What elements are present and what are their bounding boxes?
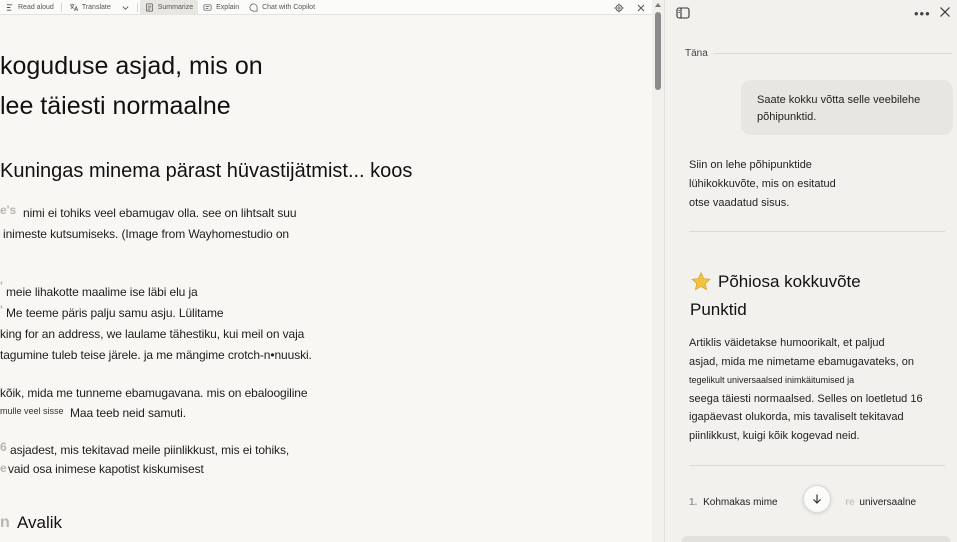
- summary-heading-line1: Põhiosa kokkuvõte: [718, 272, 861, 291]
- article-subheading: Kuningas minema pärast hüvastijätmist...…: [0, 160, 413, 182]
- summary-line: seega täiesti normaalsed. Selles on loet…: [689, 392, 923, 405]
- paragraph-line: meie lihakotte maalime ise läbi elu ja: [6, 285, 198, 299]
- paragraph-line: Maa teeb neid samuti.: [70, 406, 186, 420]
- toolbar-divider: [60, 2, 62, 12]
- reader-pane: Read aloud Translate Summarize Explain C…: [0, 0, 664, 542]
- list-number: 1.: [689, 497, 698, 508]
- settings-icon[interactable]: [614, 3, 624, 13]
- reply-line: otse vaadatud sisus.: [689, 197, 790, 209]
- list-item-suffix: universaalne: [859, 497, 917, 508]
- paragraph-line: Me teeme päris palju samu asju. Lülitame: [6, 306, 224, 320]
- close-reader-icon[interactable]: [636, 3, 646, 13]
- translate-icon: [69, 3, 78, 11]
- copilot-pane: ••• Täna Saate kokku võtta selle veebile…: [664, 0, 957, 542]
- text-fragment: e's: [0, 203, 17, 217]
- read-aloud-button[interactable]: Read aloud: [0, 0, 59, 15]
- paragraph-line: nimi ei tohiks veel ebamugav olla. see o…: [23, 206, 297, 220]
- scroll-to-bottom-button[interactable]: [803, 485, 831, 513]
- summarize-button[interactable]: Summarize: [139, 0, 199, 15]
- summary-heading: Põhiosa kokkuvõte Punktid: [690, 272, 861, 320]
- section-divider: [689, 231, 945, 232]
- translate-label: Translate: [81, 3, 111, 11]
- reader-scrollbar-thumb[interactable]: [655, 12, 661, 90]
- summary-line: tegelikult universaalsed inimkäitumised …: [689, 375, 855, 385]
- copilot-reply-intro: Siin on lehe põhipunktide lühikokkuvõte,…: [689, 156, 939, 213]
- reader-toolbar: Read aloud Translate Summarize Explain C…: [0, 0, 664, 15]
- paragraph-line: inimeste kutsumiseks. (Image from Wayhom…: [3, 227, 289, 241]
- close-icon[interactable]: [939, 6, 951, 18]
- list-item-text: Kohmakas mime: [703, 497, 778, 508]
- reply-line: lühikokkuvõte, mis on esitatud: [689, 178, 836, 190]
- text-fragment: e: [0, 461, 7, 475]
- paragraph-line: vaid osa inimese kapotist kiskumisest: [8, 462, 204, 476]
- article-heading-line1: koguduse asjad, mis on: [0, 52, 263, 80]
- paragraph-line: kõik, mida me tunneme ebamugavana. mis o…: [0, 386, 308, 400]
- user-message: Saate kokku võtta selle veebilehe põhipu…: [741, 80, 953, 135]
- chevron-down-icon[interactable]: [121, 3, 130, 12]
- more-options-icon[interactable]: •••: [914, 6, 931, 21]
- summary-line: piinlikkust, kuigi kõik kogevad neid.: [689, 429, 860, 442]
- summary-line: igapäevast olukorda, mis tavaliselt teki…: [689, 411, 904, 423]
- toolbar-right: [614, 0, 646, 15]
- paragraph-line: king for an address, we laulame tähestik…: [0, 327, 305, 341]
- chat-with-copilot-button[interactable]: Chat with Copilot: [244, 0, 320, 15]
- text-fragment: ': [0, 303, 3, 317]
- scroll-up-arrow-icon[interactable]: [654, 1, 662, 9]
- text-fragment: ': [0, 279, 3, 293]
- section-divider: [689, 465, 945, 466]
- text-fragment: 6: [0, 440, 7, 454]
- explain-button[interactable]: Explain: [198, 0, 244, 15]
- list-item-faded-text: re: [845, 497, 855, 508]
- paragraph-small: mulle veel sisse: [0, 406, 64, 416]
- reply-line: Siin on lehe põhipunktide: [689, 159, 812, 171]
- summary-line: asjad, mida me nimetame ebamugavateks, o…: [689, 355, 915, 368]
- arrow-down-icon: [813, 494, 821, 504]
- date-divider-label: Täna: [685, 48, 708, 59]
- toolbar-divider: [136, 2, 138, 12]
- read-aloud-icon: [6, 3, 13, 11]
- translate-button[interactable]: Translate: [64, 0, 135, 15]
- article-heading-line2: lee täiesti normaalne: [0, 92, 231, 120]
- text-fragment: n: [0, 514, 10, 531]
- copilot-header: •••: [665, 0, 957, 28]
- chat-icon: [249, 3, 258, 11]
- sidebar-toggle-icon[interactable]: [676, 6, 690, 20]
- paragraph-line: asjadest, mis tekitavad meile piinlikkus…: [10, 443, 290, 457]
- paragraph-line: tagumine tuleb teise järele. ja me mängi…: [0, 348, 312, 362]
- summarize-label: Summarize: [157, 3, 194, 11]
- summary-body: Artiklis väidetakse humoorikalt, et palj…: [689, 334, 951, 445]
- summary-heading-line2: Punktid: [690, 300, 747, 319]
- explain-icon: [203, 3, 212, 11]
- date-divider-line: [713, 53, 952, 54]
- chat-label: Chat with Copilot: [262, 3, 316, 11]
- summarize-icon: [145, 3, 153, 11]
- composer-edge: [681, 536, 951, 542]
- summary-line: Artiklis väidetakse humoorikalt, et palj…: [689, 337, 885, 349]
- read-aloud-label: Read aloud: [18, 3, 54, 11]
- explain-label: Explain: [216, 3, 240, 11]
- article-section-heading: Avalik: [17, 513, 63, 532]
